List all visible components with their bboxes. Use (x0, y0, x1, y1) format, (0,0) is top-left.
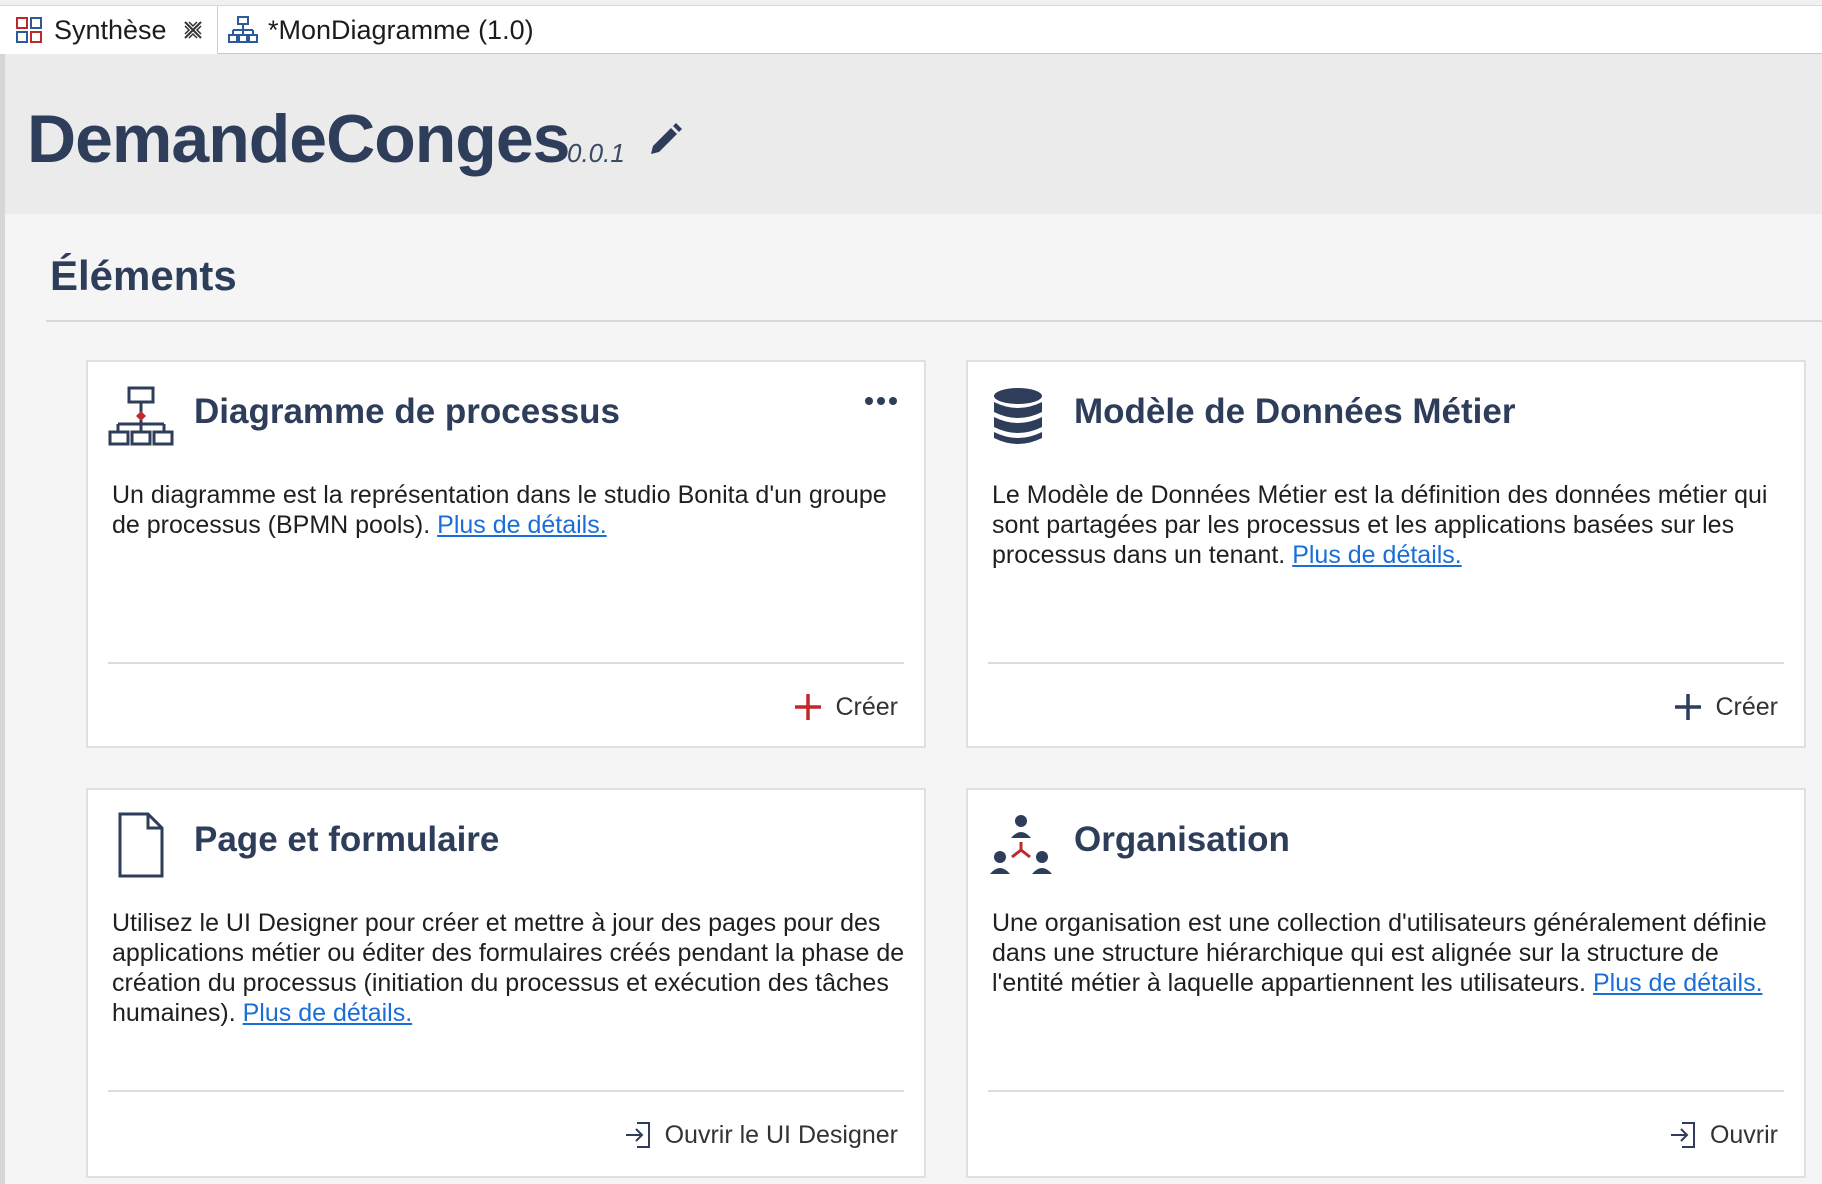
card-title: Modèle de Données Métier (1074, 392, 1516, 431)
card-description: Une organisation est une collection d'ut… (992, 908, 1792, 998)
open-button[interactable]: Ouvrir (1668, 1120, 1778, 1150)
card-process-diagram: Diagramme de processus Un diagramme est … (86, 360, 926, 748)
pencil-icon[interactable] (645, 120, 685, 160)
create-button-label: Créer (835, 692, 898, 721)
open-ui-designer-button[interactable]: Ouvrir le UI Designer (623, 1120, 898, 1150)
tab-mondiagramme-label: *MonDiagramme (1.0) (268, 14, 534, 45)
editor-tab-bar: Synthèse *MonDiagramme (1.0) (0, 0, 1822, 54)
create-button[interactable]: Créer (793, 692, 898, 722)
database-icon (994, 388, 1042, 444)
project-title: DemandeConges (27, 101, 570, 177)
card-title: Diagramme de processus (194, 392, 621, 431)
editor-left-border (0, 54, 5, 1184)
tab-mondiagramme[interactable]: *MonDiagramme (1.0) (222, 6, 602, 54)
more-details-link[interactable]: Plus de détails. (1593, 969, 1763, 997)
more-details-link[interactable]: Plus de détails. (1292, 541, 1462, 569)
diagram-icon (228, 16, 258, 43)
project-version: 0.0.1 (567, 138, 625, 168)
open-button-label: Ouvrir (1709, 1120, 1778, 1149)
card-page-form: Page et formulaire Utilisez le UI Design… (86, 788, 926, 1178)
create-button[interactable]: Créer (1673, 692, 1778, 722)
tab-synthese-label: Synthèse (54, 14, 167, 45)
section-divider (46, 320, 1822, 322)
tab-synthese[interactable]: Synthèse (0, 6, 218, 54)
card-description: Un diagramme est la représentation dans … (112, 480, 912, 540)
open-icon (1670, 1122, 1695, 1148)
card-business-data-model: Modèle de Données Métier Le Modèle de Do… (966, 360, 1806, 748)
create-button-label: Créer (1715, 692, 1778, 721)
card-description: Le Modèle de Données Métier est la défin… (992, 480, 1792, 570)
card-title: Page et formulaire (194, 820, 500, 859)
card-divider (988, 662, 1784, 664)
card-divider (108, 662, 904, 664)
more-details-link[interactable]: Plus de détails. (437, 511, 607, 539)
open-ui-designer-label: Ouvrir le UI Designer (664, 1120, 898, 1149)
plus-icon (795, 694, 822, 720)
card-organization: Organisation Une organisation est une co… (966, 788, 1806, 1178)
open-icon (625, 1122, 650, 1148)
card-description: Utilisez le UI Designer pour créer et me… (112, 908, 912, 1028)
organization-icon (990, 815, 1052, 874)
more-options-icon[interactable] (864, 394, 898, 408)
plus-icon (1675, 694, 1702, 720)
page-icon (118, 812, 164, 878)
card-title: Organisation (1074, 820, 1290, 859)
card-description-text: Utilisez le UI Designer pour créer et me… (112, 909, 905, 1027)
card-divider (108, 1090, 904, 1092)
section-title: Éléments (50, 252, 237, 299)
overview-icon (16, 17, 42, 43)
card-divider (988, 1090, 1784, 1092)
project-header: DemandeConges 0.0.1 (5, 54, 1822, 214)
more-details-link[interactable]: Plus de détails. (243, 999, 413, 1027)
close-icon[interactable] (181, 18, 205, 42)
process-diagram-icon (108, 386, 174, 446)
